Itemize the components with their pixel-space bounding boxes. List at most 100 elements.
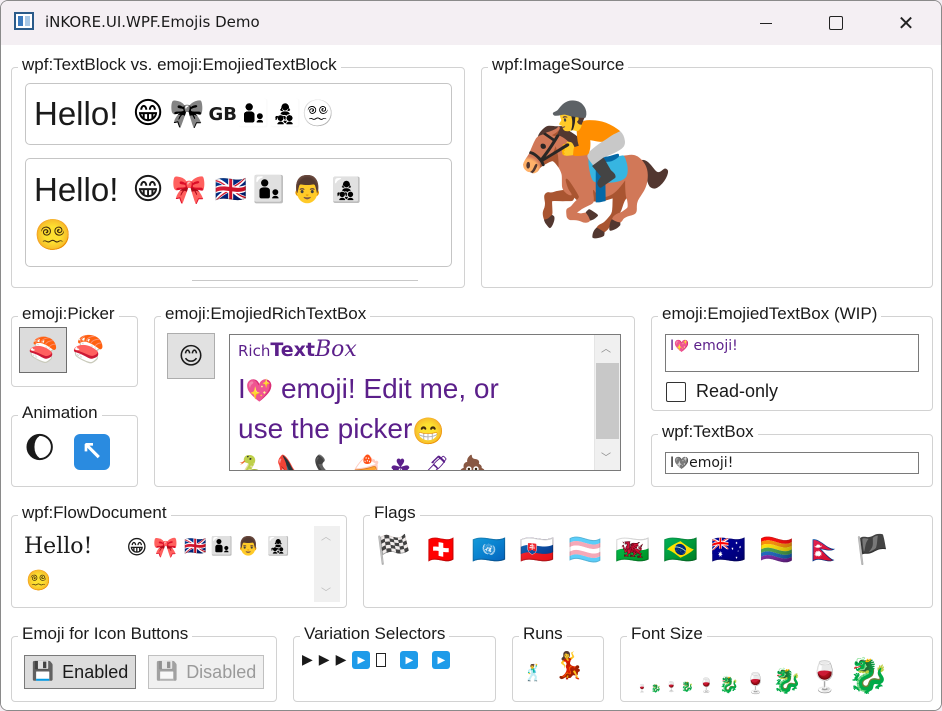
group-textbox: wpf:TextBox I💖emoji! — [651, 422, 933, 487]
scrollbar-thumb[interactable] — [596, 363, 619, 439]
group-iconbuttons-header: Emoji for Icon Buttons — [18, 624, 193, 644]
app-window: iNKORE.UI.WPF.Emojis Demo ✕ wpf:TextBloc… — [0, 0, 942, 711]
family-icon: 👩‍👧‍👦 — [331, 176, 362, 204]
enabled-label: Enabled — [62, 661, 129, 682]
group-animation-header: Animation — [18, 403, 102, 423]
plain-textblock: Hello! 😁 🎀 GB 👨‍👦 👩‍👧‍👦 😵‍💫 — [25, 83, 452, 145]
group-flowdocument: wpf:FlowDocument Hello! 😁 🎀 🇬🇧 👨‍👦 👨 👩‍👧… — [11, 503, 347, 608]
dizzy-face-icon: 😵‍💫 — [34, 218, 72, 253]
group-runs-header: Runs — [519, 624, 567, 644]
window-title: iNKORE.UI.WPF.Emojis Demo — [45, 13, 260, 31]
dragon-icon: 🐉 — [772, 667, 802, 695]
rich-emoji-icon: 🍰 — [351, 455, 390, 471]
maximize-button[interactable] — [813, 1, 859, 45]
group-iconbuttons: Emoji for Icon Buttons 💾 Enabled 💾 Disab… — [11, 624, 277, 702]
wpf-textbox[interactable]: I💖emoji! — [665, 452, 919, 474]
play-button-icon: ▶ — [432, 651, 451, 669]
play-button-icon: ▶ — [400, 651, 419, 669]
flag-icon: 🇺🇳 — [471, 533, 507, 566]
group-emojitextbox-header: emoji:EmojiedTextBox (WIP) — [658, 304, 882, 324]
variation-row: ▶ ▶ ▶ ▶ ▶ ▶ — [302, 651, 451, 669]
sushi-icon: 🍣 — [72, 335, 105, 365]
rich-emoji-icon: 📞 — [313, 455, 352, 471]
group-variation-header: Variation Selectors — [300, 624, 450, 644]
group-textblock: wpf:TextBlock vs. emoji:EmojiedTextBlock… — [11, 55, 465, 288]
group-richtextbox: emoji:EmojiedRichTextBox 😊 RichTextBox I… — [154, 304, 635, 487]
minimize-icon — [760, 22, 772, 24]
rich-emoji-icon: 💩 — [457, 455, 496, 471]
disabled-label: Disabled — [186, 661, 257, 682]
client-area: wpf:TextBlock vs. emoji:EmojiedTextBlock… — [1, 45, 941, 710]
emoji-picker-button[interactable]: 🍣 — [19, 327, 67, 373]
arrow-up-left-icon: ↖ — [74, 434, 110, 470]
richtextbox-scrollbar[interactable]: ︿ ﹀ — [594, 335, 620, 470]
scroll-down-icon[interactable]: ﹀ — [321, 584, 331, 599]
group-animation: Animation 🌔 ↖ — [11, 403, 138, 487]
man-dancing-icon: 🕺 — [523, 663, 543, 682]
flag-icon: 🏴 — [854, 533, 890, 566]
readonly-checkbox[interactable] — [666, 381, 686, 402]
fontsize-row: 🍷 🐉 🍷 🐉 🍷 🐉 🍷 🐉 🍷 🐉 — [637, 643, 890, 693]
flag-icon: 🇦🇺 — [711, 533, 746, 566]
grin-icon: 😁 — [132, 172, 164, 207]
scroll-up-icon[interactable]: ︿ — [601, 340, 611, 355]
readonly-checkbox-row[interactable]: Read-only — [666, 381, 778, 402]
bow-icon: 🎀 — [171, 173, 207, 206]
family-icon: 👨‍👦 — [252, 175, 286, 205]
flowdoc-hello: Hello! — [24, 534, 93, 559]
group-richtextbox-header: emoji:EmojiedRichTextBox — [161, 304, 371, 324]
rich-emoji-icon: ☘ — [389, 455, 420, 471]
dragon-icon: 🐉 — [847, 656, 890, 696]
disabled-button: 💾 Disabled — [148, 655, 264, 689]
group-fontsize-header: Font Size — [627, 624, 707, 644]
bow-icon: 🎀 — [153, 534, 179, 559]
grin-icon: 😁 — [126, 534, 148, 559]
group-flowdocument-header: wpf:FlowDocument — [18, 503, 171, 523]
enabled-button[interactable]: 💾 Enabled — [24, 655, 136, 689]
flag-icon: 🏴󠁧󠁢󠁷󠁬󠁳󠁿 — [615, 533, 651, 566]
rich-emoji-picker-button[interactable]: 😊 — [167, 333, 215, 379]
title-bar[interactable]: iNKORE.UI.WPF.Emojis Demo ✕ — [1, 1, 941, 45]
scroll-down-icon[interactable]: ﹀ — [601, 449, 611, 464]
play-button-icon: ▶ — [352, 651, 371, 669]
family-icon: 👩‍👧‍👦 — [267, 535, 290, 557]
box-word: Box — [315, 337, 357, 362]
emojied-hello-text: Hello! — [34, 171, 119, 208]
minimize-button[interactable] — [743, 1, 789, 45]
emojied-richtextbox[interactable]: RichTextBox I💖 emoji! Edit me, or use th… — [229, 334, 621, 471]
heart-icon: 💖 — [674, 456, 690, 470]
flag-icon: 🏳️‍🌈 — [759, 533, 794, 566]
dizzy-face-icon: 😵‍💫 — [26, 568, 51, 592]
group-fontsize: Font Size 🍷 🐉 🍷 🐉 🍷 🐉 🍷 🐉 🍷 🐉 — [620, 624, 933, 702]
richtextbox-heading: RichTextBox — [238, 337, 357, 362]
wine-glass-icon: 🍷 — [664, 682, 678, 693]
group-flags: Flags 🏁 🇨🇭 🇺🇳 🇸🇰 🏳️‍⚧️ 🏴󠁧󠁢󠁷󠁬󠁳󠁿 🇧🇷 🇦🇺 🏳️‍🌈 🇳🇵 🏴 — [363, 503, 933, 608]
dizzy-face-icon: 😵‍💫 — [301, 99, 335, 129]
flag-icon: 🏁 — [376, 533, 411, 566]
heart-icon: 💖 — [245, 377, 274, 403]
rich-line1-start: I — [238, 373, 246, 404]
flag-icon: 🇧🇷 — [663, 533, 699, 566]
gb-flag-icon: 🇬🇧 — [214, 175, 247, 205]
close-icon: ✕ — [897, 11, 915, 35]
horse-racing-image: 🏇 — [514, 93, 676, 245]
family-icon: 👩‍👧‍👦 — [269, 99, 302, 129]
family-icon: 👨‍👦 — [237, 99, 270, 129]
wpf-textbox-value: I💖emoji! — [670, 455, 734, 471]
richtextbox-body: I💖 emoji! Edit me, or use the picker😁 🐍👠… — [238, 369, 588, 471]
close-button[interactable]: ✕ — [883, 1, 929, 45]
flowdocument-scrollbar[interactable]: ︿ ﹀ — [314, 526, 340, 602]
rich-word: Rich — [238, 342, 271, 360]
group-emojitextbox: emoji:EmojiedTextBox (WIP) I💖 emoji! Rea… — [651, 304, 933, 411]
group-textblock-header: wpf:TextBlock vs. emoji:EmojiedTextBlock — [18, 55, 341, 75]
emojied-textbox[interactable]: I💖 emoji! — [665, 334, 919, 372]
text-word: Text — [270, 339, 316, 361]
rich-emoji-icon: 🐍 — [238, 455, 276, 471]
dragon-icon: 🐉 — [681, 682, 694, 693]
grin-icon: 😁 — [132, 96, 164, 131]
wine-glass-icon: 🍷 — [743, 671, 769, 695]
grin-icon: 😁 — [412, 415, 445, 446]
gb-flag-icon: 🇬🇧 — [184, 535, 207, 557]
scroll-up-icon[interactable]: ︿ — [321, 528, 331, 543]
rich-emoji-row: 🐍👠📞🍰☘🖊💩 — [238, 449, 588, 471]
